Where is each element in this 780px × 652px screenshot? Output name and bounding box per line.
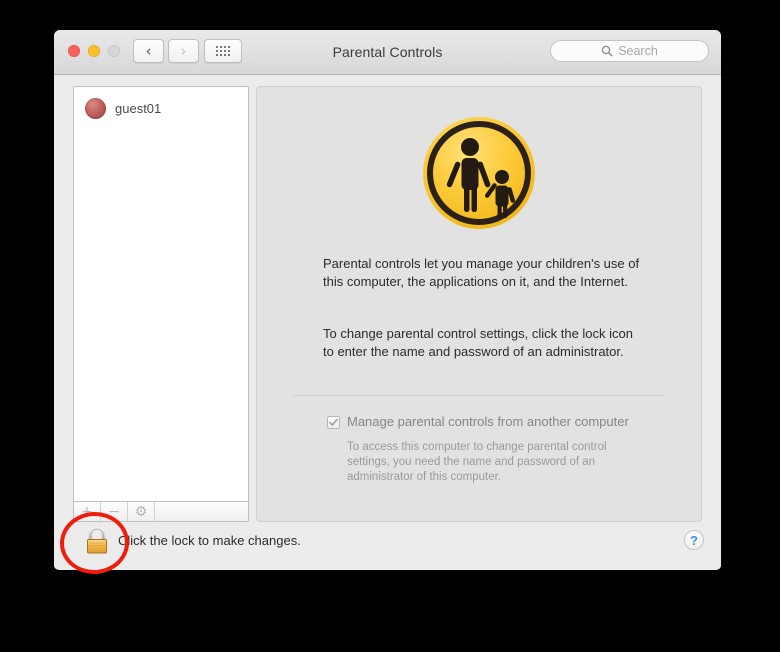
lock-caption: Click the lock to make changes. <box>118 533 301 548</box>
sidebar-toolbar-spacer <box>155 502 248 521</box>
remove-user-button[interactable]: − <box>101 502 128 521</box>
sidebar-item-guest01[interactable]: guest01 <box>74 87 248 119</box>
section-divider <box>293 395 665 396</box>
help-button[interactable]: ? <box>684 530 704 550</box>
description-paragraph-1: Parental controls let you manage your ch… <box>323 256 640 289</box>
remote-management-row[interactable]: Manage parental controls from another co… <box>327 414 629 429</box>
content-panel: Parental controls let you manage your ch… <box>256 86 702 522</box>
window-bottom-bar: Click the lock to make changes. ? <box>54 522 721 569</box>
search-input[interactable]: Search <box>550 40 709 62</box>
parental-controls-window: ‹ › Parental Controls Search guest01 + −… <box>54 30 721 570</box>
description-paragraph-2: To change parental control settings, cli… <box>323 326 634 359</box>
plus-icon: + <box>81 503 93 520</box>
sidebar-toolbar: + − ⚙ <box>73 501 249 522</box>
question-mark-icon: ? <box>690 532 698 548</box>
avatar <box>85 98 106 119</box>
manage-remotely-label: Manage parental controls from another co… <box>347 414 629 429</box>
locked-padlock-icon <box>87 527 107 554</box>
lock-button[interactable] <box>82 525 112 557</box>
checkmark-icon <box>329 418 338 426</box>
search-placeholder: Search <box>618 44 658 58</box>
parental-controls-icon <box>420 114 538 232</box>
sidebar-item-label: guest01 <box>115 101 162 116</box>
window-body: guest01 + − ⚙ Parental controls let you … <box>54 75 721 569</box>
settings-menu-button[interactable]: ⚙ <box>128 502 155 521</box>
gear-icon: ⚙ <box>134 503 148 520</box>
minus-icon: − <box>108 503 120 520</box>
accounts-sidebar: guest01 <box>73 86 249 501</box>
remote-management-note: To access this computer to change parent… <box>347 441 607 483</box>
search-icon <box>601 45 613 57</box>
manage-remotely-checkbox[interactable] <box>327 416 340 429</box>
add-user-button[interactable]: + <box>74 502 101 521</box>
window-titlebar: ‹ › Parental Controls Search <box>54 30 721 75</box>
